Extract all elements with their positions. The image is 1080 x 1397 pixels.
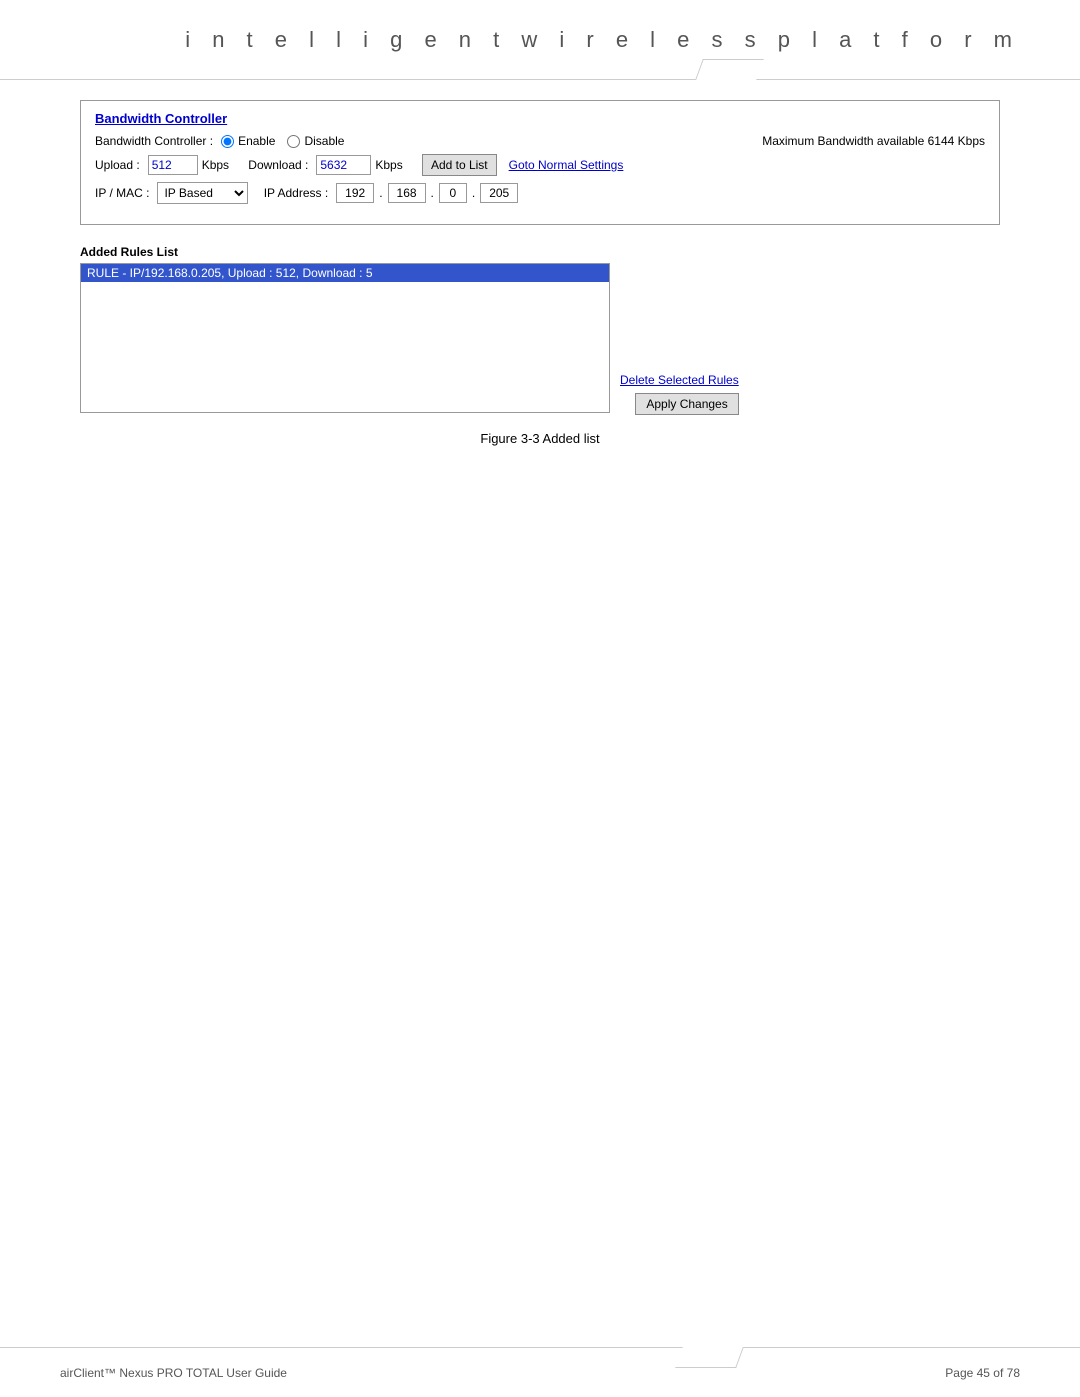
enable-disable-group: Enable Disable [221,134,344,148]
upload-label: Upload : [95,158,140,172]
main-content: Bandwidth Controller Bandwidth Controlle… [80,100,1000,446]
max-bandwidth-text: Maximum Bandwidth available 6144 Kbps [762,134,985,148]
panel-title[interactable]: Bandwidth Controller [95,111,985,126]
ip-mac-select[interactable]: IP Based MAC Based [157,182,248,204]
ip-sep2: . [431,186,434,200]
download-unit: Kbps [375,158,402,172]
added-rules-section: Added Rules List RULE - IP/192.168.0.205… [80,245,1000,415]
footer-left-text: airClient™ Nexus PRO TOTAL User Guide [60,1366,287,1380]
controller-label: Bandwidth Controller : [95,134,213,148]
upload-input[interactable] [148,155,198,175]
ip2-input[interactable] [388,183,426,203]
ip-address-label: IP Address : [264,186,328,200]
figure-caption: Figure 3-3 Added list [80,431,1000,446]
goto-normal-link[interactable]: Goto Normal Settings [509,158,624,172]
ip1-input[interactable] [336,183,374,203]
rules-actions: Delete Selected Rules Apply Changes [620,263,739,415]
ip-sep3: . [472,186,475,200]
disable-label: Disable [304,134,344,148]
list-item[interactable]: RULE - IP/192.168.0.205, Upload : 512, D… [81,264,609,282]
ip-mac-label: IP / MAC : [95,186,149,200]
rules-container: RULE - IP/192.168.0.205, Upload : 512, D… [80,263,1000,415]
footer-right-text: Page 45 of 78 [945,1366,1020,1380]
page-footer: airClient™ Nexus PRO TOTAL User Guide Pa… [0,1347,1080,1397]
bandwidth-controller-panel: Bandwidth Controller Bandwidth Controlle… [80,100,1000,225]
ip3-input[interactable] [439,183,467,203]
upload-unit: Kbps [202,158,229,172]
page-header: i n t e l l i g e n t w i r e l e s s p … [0,0,1080,80]
download-label: Download : [248,158,308,172]
enable-radio-label[interactable]: Enable [221,134,275,148]
apply-changes-button[interactable]: Apply Changes [635,393,738,415]
ip-sep1: . [379,186,382,200]
controller-row: Bandwidth Controller : Enable Disable Ma… [95,134,985,148]
ip4-input[interactable] [480,183,518,203]
enable-label: Enable [238,134,275,148]
delete-selected-link[interactable]: Delete Selected Rules [620,373,739,387]
added-rules-label: Added Rules List [80,245,1000,259]
ip-mac-row: IP / MAC : IP Based MAC Based IP Address… [95,182,985,204]
disable-radio[interactable] [287,135,300,148]
header-title: i n t e l l i g e n t w i r e l e s s p … [185,27,1020,53]
add-to-list-button[interactable]: Add to List [422,154,497,176]
download-input[interactable] [316,155,371,175]
upload-download-row: Upload : Kbps Download : Kbps Add to Lis… [95,154,985,176]
rules-listbox[interactable]: RULE - IP/192.168.0.205, Upload : 512, D… [80,263,610,413]
disable-radio-label[interactable]: Disable [287,134,344,148]
enable-radio[interactable] [221,135,234,148]
